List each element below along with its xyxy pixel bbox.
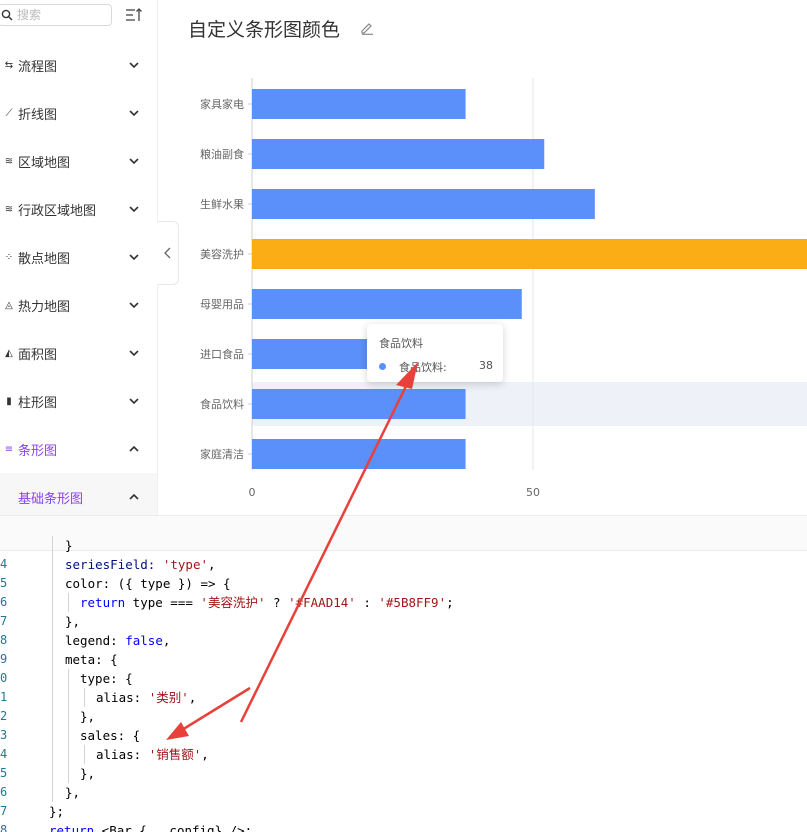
tooltip-name: 食品饮料: <box>399 361 447 374</box>
sort-icon[interactable] <box>125 7 143 23</box>
sidebar-item-label: 散点地图 <box>18 251 71 267</box>
search-box[interactable] <box>0 4 112 26</box>
y-tick-label: 母婴用品 <box>200 298 244 311</box>
sidebar-item-heat-map[interactable]: ◬ 热力地图 <box>0 281 157 329</box>
indent-guide <box>68 669 69 783</box>
chevron-down-icon <box>129 254 139 261</box>
chevron-down-icon <box>129 158 139 165</box>
sidebar-item-label: 条形图 <box>18 443 58 459</box>
code-editor[interactable]: } 4 seriesField: 'type', 5 color: ({ type … <box>0 536 807 832</box>
sidebar-item-label: 柱形图 <box>18 395 58 411</box>
bar-1[interactable] <box>252 139 545 169</box>
column-chart-icon: ▮ <box>6 395 12 407</box>
sidebar-item-column-chart[interactable]: ▮ 柱形图 <box>0 377 157 425</box>
bar-3[interactable] <box>252 239 807 269</box>
chevron-down-icon <box>129 302 139 309</box>
bar-4[interactable] <box>252 289 522 319</box>
sidebar-item-label: 流程图 <box>18 59 58 75</box>
y-tick-label: 生鲜水果 <box>200 197 244 211</box>
sidebar-item-scatter-map[interactable]: ⁘ 散点地图 <box>0 233 157 281</box>
chevron-down-icon <box>129 62 139 69</box>
y-tick-label: 家庭清洁 <box>200 447 244 461</box>
sidebar-item-bar-chart[interactable]: ≡ 条形图 <box>0 425 157 473</box>
indent-guide <box>68 593 69 612</box>
sidebar-item-label: 基础条形图 <box>18 491 84 507</box>
x-tick-label: 0 <box>249 486 256 499</box>
sidebar-subitem-basic-bar[interactable]: 基础条形图 <box>0 473 157 515</box>
tooltip-title: 食品饮料 <box>379 337 423 350</box>
bar-7[interactable] <box>252 439 466 469</box>
collapse-sidebar-button[interactable] <box>157 221 179 285</box>
chevron-left-icon <box>163 247 170 259</box>
bar-chart: 家具家电粮油副食生鲜水果美容洗护母婴用品进口食品食品饮料家庭清洁0 50 <box>200 78 807 499</box>
sidebar-item-area-map[interactable]: ≋ 区域地图 <box>0 137 157 185</box>
bar-6[interactable] <box>252 389 466 419</box>
bar-0[interactable] <box>252 89 466 119</box>
page-title: 自定义条形图颜色 <box>188 19 341 41</box>
chart-tooltip: 食品饮料 食品饮料: 38 <box>367 324 503 382</box>
sidebar-item-admin-map[interactable]: ≋ 行政区域地图 <box>0 185 157 233</box>
scatter-map-icon: ⁘ <box>4 251 14 263</box>
sidebar-item-label: 区域地图 <box>18 155 71 171</box>
admin-map-icon: ≋ <box>4 203 14 215</box>
indent-guide <box>52 536 53 802</box>
y-tick-label: 进口食品 <box>200 347 244 361</box>
chevron-up-icon <box>129 445 139 452</box>
sidebar-item-flow[interactable]: ⇆ 流程图 <box>0 41 157 89</box>
indent-guide <box>84 688 85 707</box>
chevron-down-icon <box>129 206 139 213</box>
area-chart-icon: ◭ <box>5 347 13 359</box>
heat-map-icon: ◬ <box>5 299 13 311</box>
sidebar-item-label: 热力地图 <box>18 299 71 315</box>
line-chart-icon: ⟋ <box>5 107 13 119</box>
chevron-down-icon <box>129 350 139 357</box>
bar-chart-icon: ≡ <box>4 443 14 455</box>
chevron-up-icon <box>129 493 139 500</box>
y-tick-label: 美容洗护 <box>200 247 244 261</box>
sidebar-item-line-chart[interactable]: ⟋ 折线图 <box>0 89 157 137</box>
search-input[interactable] <box>15 8 107 22</box>
sidebar-item-area-chart[interactable]: ◭ 面积图 <box>0 329 157 377</box>
y-tick-label: 家具家电 <box>200 97 244 111</box>
tooltip-marker <box>379 363 386 370</box>
sidebar-item-label: 行政区域地图 <box>18 203 97 219</box>
tooltip-value: 38 <box>479 359 493 372</box>
edit-icon[interactable] <box>360 21 374 35</box>
search-icon <box>0 9 15 21</box>
indent-guide <box>84 745 85 764</box>
sidebar-item-label: 面积图 <box>18 347 58 363</box>
chevron-down-icon <box>129 110 139 117</box>
chevron-down-icon <box>129 398 139 405</box>
flow-icon: ⇆ <box>4 59 14 71</box>
area-map-icon: ≋ <box>4 155 14 167</box>
y-tick-label: 粮油副食 <box>200 147 244 161</box>
bar-2[interactable] <box>252 189 595 219</box>
sidebar-item-label: 折线图 <box>18 107 58 123</box>
y-tick-label: 食品饮料 <box>200 397 244 411</box>
sidebar: ⇆ 流程图 ⟋ 折线图 ≋ 区域地图 ≋ 行政区域地图 ⁘ 散点地图 ◬ 热力地图 ◭ 面积图 ▮ 柱形图 ≡ 条… <box>0 0 158 515</box>
x-tick-label: 50 <box>526 486 540 499</box>
